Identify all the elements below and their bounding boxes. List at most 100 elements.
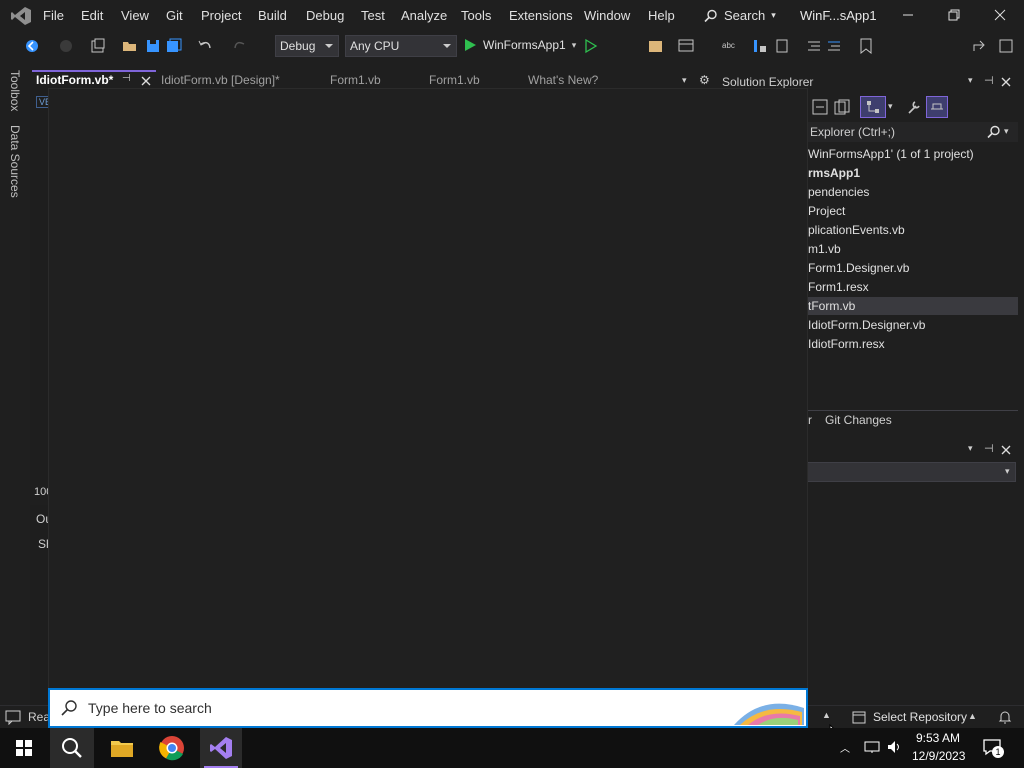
tab-overflow-chevron-icon[interactable]: ▾ [682, 75, 687, 86]
new-project-icon[interactable] [90, 38, 106, 54]
tab-form1-vb-2[interactable]: Form1.vb [429, 73, 480, 87]
navigate-back-icon[interactable] [24, 38, 40, 54]
layout-icon[interactable] [678, 38, 694, 54]
save-icon[interactable] [145, 38, 161, 54]
tree-item-project[interactable]: rmsApp1 [808, 166, 860, 180]
save-all-icon[interactable] [166, 38, 182, 54]
windows-start-icon[interactable] [8, 732, 40, 764]
search-button[interactable]: Search ▾ [704, 8, 776, 23]
clock-time[interactable]: 9:53 AM [916, 731, 960, 745]
menu-help[interactable]: Help [648, 8, 675, 23]
taskbar-search-button[interactable] [50, 728, 94, 768]
tree-item-idiotform-resx[interactable]: IdiotForm.resx [808, 337, 885, 351]
solution-platform-dropdown[interactable]: Any CPU [345, 35, 457, 57]
data-sources-tab[interactable]: Data Sources [8, 125, 22, 198]
restore-icon [948, 9, 960, 21]
tree-item-form1-resx[interactable]: Form1.resx [808, 280, 869, 294]
status-text: Rea [28, 710, 51, 724]
undo-icon[interactable] [197, 38, 213, 54]
search-icon[interactable] [987, 125, 1001, 139]
menu-test[interactable]: Test [361, 8, 385, 23]
chevron-down-icon[interactable]: ▾ [1004, 126, 1009, 137]
tree-item-solution[interactable]: WinFormsApp1' (1 of 1 project) [808, 147, 974, 161]
tree-item-application-events[interactable]: plicationEvents.vb [808, 223, 905, 237]
start-without-debugging-icon[interactable] [583, 38, 599, 54]
properties-object-dropdown[interactable] [806, 462, 1016, 482]
sync-active-document-button[interactable] [860, 96, 886, 118]
toolbox-tab[interactable]: Toolbox [8, 70, 22, 111]
navigate-forward-icon[interactable] [58, 38, 74, 54]
show-all-files-icon[interactable] [834, 99, 850, 115]
minimize-button[interactable] [898, 6, 918, 26]
menu-build[interactable]: Build [258, 8, 287, 23]
menu-view[interactable]: View [121, 8, 149, 23]
close-icon[interactable] [141, 76, 151, 86]
bell-icon[interactable] [998, 709, 1012, 725]
volume-icon[interactable] [886, 740, 904, 754]
menu-debug[interactable]: Debug [306, 8, 344, 23]
tab-solution-explorer-partial[interactable]: r [808, 413, 812, 427]
select-repository-button[interactable]: Select Repository [873, 710, 967, 724]
browse-folder-icon[interactable] [648, 38, 664, 54]
menu-file[interactable]: File [43, 8, 64, 23]
open-folder-icon[interactable] [122, 38, 138, 54]
chevron-up-icon[interactable]: ▲ [968, 711, 977, 721]
chevron-down-icon[interactable]: ▾ [968, 443, 973, 454]
uncomment-icon[interactable] [826, 38, 842, 54]
menu-extensions[interactable]: Extensions [509, 8, 573, 23]
menu-project[interactable]: Project [201, 8, 241, 23]
bookmark-icon[interactable] [858, 38, 874, 54]
preview-selected-items-button[interactable] [926, 96, 948, 118]
menu-analyze[interactable]: Analyze [401, 8, 447, 23]
redo-icon[interactable] [232, 38, 248, 54]
tab-whats-new[interactable]: What's New? [528, 73, 598, 87]
tab-form1-vb[interactable]: Form1.vb [330, 73, 381, 87]
feedback-icon[interactable] [998, 38, 1014, 54]
hierarchy-icon [867, 101, 879, 113]
menu-git[interactable]: Git [166, 8, 183, 23]
menu-edit[interactable]: Edit [81, 8, 103, 23]
tree-item-my-project[interactable]: Project [808, 204, 845, 218]
chevron-down-icon[interactable]: ▾ [888, 101, 893, 112]
share-icon[interactable] [972, 38, 988, 54]
gear-icon[interactable]: ⚙ [699, 73, 710, 87]
menu-window[interactable]: Window [584, 8, 630, 23]
restore-button[interactable] [944, 6, 964, 26]
tab-idiotform-design[interactable]: IdiotForm.vb [Design]* [161, 73, 280, 87]
tree-item-form1-designer[interactable]: Form1.Designer.vb [808, 261, 909, 275]
visual-studio-taskbar-button[interactable] [200, 728, 242, 768]
close-window-button[interactable] [990, 6, 1010, 26]
pin-icon[interactable]: ⊣ [984, 74, 994, 87]
start-debugging-button[interactable]: WinFormsApp1 ▾ [463, 38, 576, 52]
chrome-icon[interactable] [156, 732, 188, 764]
solution-config-dropdown[interactable]: Debug [275, 35, 339, 57]
close-icon[interactable] [1001, 77, 1011, 87]
tab-git-changes[interactable]: Git Changes [825, 413, 892, 427]
pin-icon[interactable]: ⊣ [122, 73, 131, 84]
show-hidden-icons-chevron-icon[interactable]: ︿ [840, 740, 850, 755]
collapse-all-icon[interactable] [812, 99, 828, 115]
clock-date[interactable]: 12/9/2023 [912, 749, 965, 763]
tree-item-idiotform[interactable]: tForm.vb [808, 299, 855, 313]
tree-item-dependencies[interactable]: pendencies [808, 185, 869, 199]
notification-output-icon[interactable] [5, 709, 21, 725]
menu-tools[interactable]: Tools [461, 8, 491, 23]
comment-icon[interactable] [806, 38, 822, 54]
tab-idiotform-vb[interactable]: IdiotForm.vb* [36, 73, 113, 87]
window-title: WinF...sApp1 [800, 8, 877, 23]
properties-wrench-icon[interactable] [906, 99, 922, 115]
format-icon[interactable] [775, 38, 791, 54]
chevron-down-icon: ▾ [571, 39, 577, 50]
spell-check-icon[interactable]: abc [722, 38, 738, 54]
close-icon[interactable] [1001, 445, 1011, 455]
network-icon[interactable] [863, 740, 881, 754]
file-explorer-icon[interactable] [106, 732, 138, 764]
tree-item-form1[interactable]: m1.vb [808, 242, 841, 256]
notification-center-button[interactable]: 1 [982, 738, 1004, 758]
pin-icon[interactable]: ⊣ [984, 442, 994, 455]
chevron-up-icon[interactable]: ▲ [822, 710, 831, 720]
close-icon [994, 9, 1006, 21]
tree-item-idiotform-designer[interactable]: IdiotForm.Designer.vb [808, 318, 925, 332]
step-icon[interactable] [752, 38, 768, 54]
chevron-down-icon[interactable]: ▾ [968, 75, 973, 86]
